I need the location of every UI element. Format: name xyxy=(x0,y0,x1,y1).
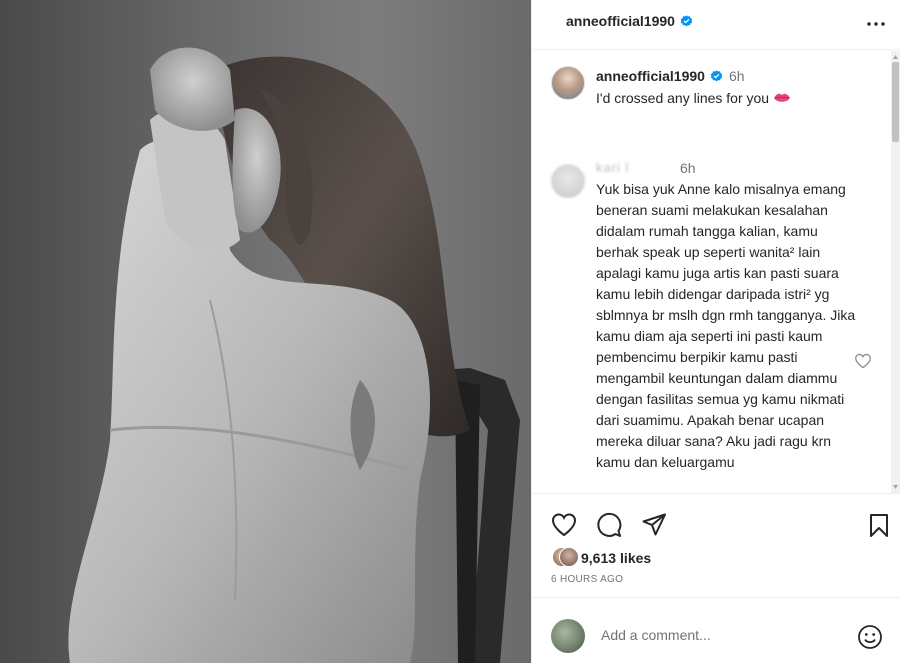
caption-time[interactable]: 6h xyxy=(729,68,745,84)
verified-badge-icon xyxy=(680,15,693,27)
caption-username[interactable]: anneofficial1990 xyxy=(596,68,705,84)
comment-avatar[interactable] xyxy=(551,164,585,198)
comments-scroll-area[interactable]: anneofficial1990 6h I'd crossed any lines… xyxy=(532,51,900,493)
heart-outline-icon[interactable] xyxy=(854,353,872,369)
lips-emoji-icon xyxy=(774,93,791,102)
caption-text-content: I'd crossed any lines for you xyxy=(596,90,770,106)
scrollbar-thumb[interactable] xyxy=(892,62,899,142)
add-comment-input[interactable] xyxy=(601,627,841,643)
more-options-icon[interactable] xyxy=(865,14,887,34)
comment-username[interactable]: kari l xyxy=(596,160,629,175)
current-user-avatar xyxy=(551,619,585,653)
author-username-text[interactable]: anneofficial1990 xyxy=(566,13,675,29)
comment-time[interactable]: 6h xyxy=(680,160,696,176)
bookmark-icon[interactable] xyxy=(866,512,892,538)
heart-icon[interactable] xyxy=(551,512,577,538)
comment-text: Yuk bisa yuk Anne kalo misalnya emang be… xyxy=(596,181,856,470)
caption-text: I'd crossed any lines for you xyxy=(596,90,791,106)
post-details-panel: anneofficial1990 anneofficial1990 6h I'd … xyxy=(531,0,900,663)
post-photo[interactable] xyxy=(0,0,531,663)
add-comment-bar xyxy=(532,597,900,663)
comment-icon[interactable] xyxy=(596,512,622,538)
share-icon[interactable] xyxy=(641,512,667,538)
scroll-up-icon[interactable] xyxy=(892,53,899,61)
verified-badge-icon xyxy=(710,70,723,82)
likes-label[interactable]: likes xyxy=(620,550,651,566)
scroll-down-icon[interactable] xyxy=(892,483,899,491)
likes-number[interactable]: 9,613 xyxy=(581,550,616,566)
smiley-icon[interactable] xyxy=(857,624,883,650)
woman-praying-photo xyxy=(68,47,520,663)
post-header: anneofficial1990 xyxy=(532,0,900,50)
post-time-ago[interactable]: 6 HOURS AGO xyxy=(551,574,623,585)
author-username[interactable]: anneofficial1990 xyxy=(566,13,693,29)
liker-avatar[interactable] xyxy=(559,547,579,567)
caption-avatar[interactable] xyxy=(551,66,585,100)
post-actions: 9,613 likes 6 HOURS AGO xyxy=(532,493,900,596)
caption-header: anneofficial1990 6h xyxy=(596,68,745,84)
likes-count[interactable]: 9,613 likes xyxy=(581,550,651,566)
